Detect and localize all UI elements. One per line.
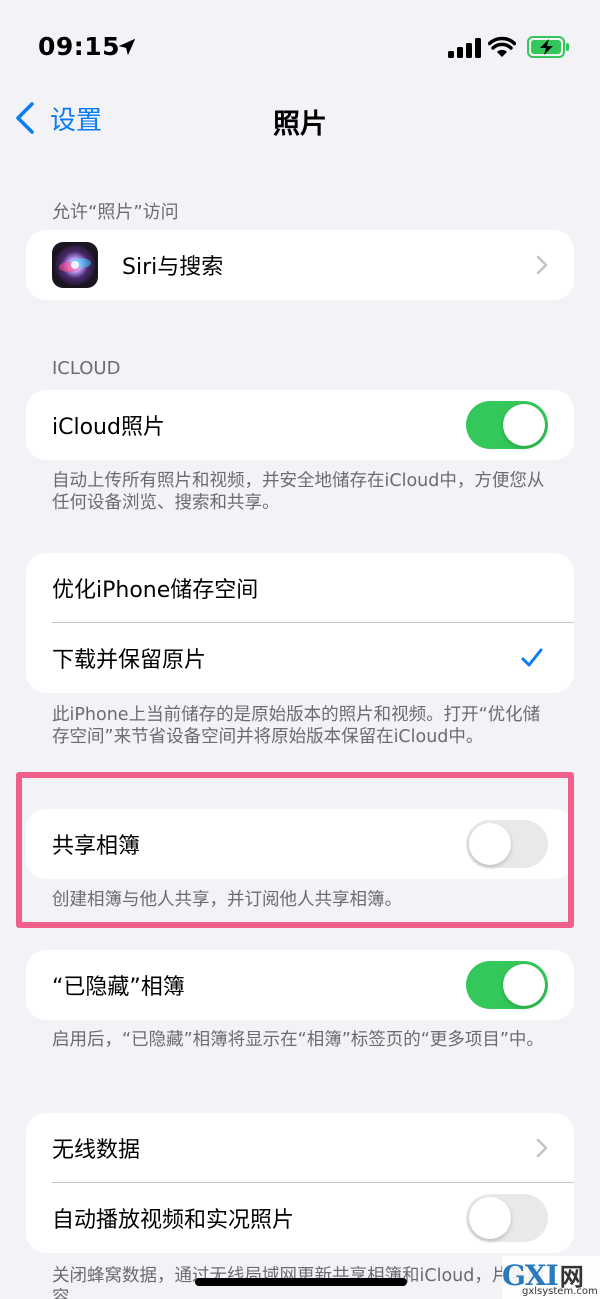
- download-originals-label: 下载并保留原片: [52, 648, 207, 673]
- row-download-originals[interactable]: 下载并保留原片: [26, 623, 574, 693]
- chevron-right-icon: [536, 255, 548, 275]
- row-icloud-photos: iCloud照片: [26, 390, 574, 460]
- optimize-storage-label: 优化iPhone储存空间: [52, 578, 259, 603]
- watermark: GXI网 gxlsystem.com: [502, 1256, 600, 1299]
- siri-app-icon: [52, 242, 98, 288]
- row-optimize-storage[interactable]: 优化iPhone储存空间: [26, 553, 574, 623]
- page-title: 照片: [273, 109, 327, 140]
- section-header-access: 允许“照片”访问: [52, 202, 179, 223]
- battery-charging-icon: [527, 36, 569, 58]
- status-time: 09:15: [38, 32, 121, 61]
- icloud-photos-toggle[interactable]: [466, 401, 548, 449]
- highlight-box: [16, 772, 574, 928]
- checkmark-icon: [521, 648, 543, 667]
- toggle-knob: [469, 1197, 511, 1239]
- siri-search-label: Siri与搜索: [122, 255, 224, 280]
- autoplay-label: 自动播放视频和实况照片: [52, 1208, 295, 1233]
- cellular-signal-icon: [448, 38, 481, 58]
- group-access: Siri与搜索: [26, 230, 574, 300]
- home-indicator: [195, 1278, 407, 1286]
- section-header-icloud: ICLOUD: [52, 358, 121, 379]
- wifi-icon: [488, 36, 516, 57]
- group-icloud: iCloud照片: [26, 390, 574, 460]
- group-hidden-album: “已隐藏”相簿: [26, 950, 574, 1020]
- toggle-knob: [503, 964, 545, 1006]
- location-arrow-icon: [118, 38, 136, 56]
- storage-footer: 此iPhone上当前储存的是原始版本的照片和视频。打开“优化储存空间”来节省设备…: [52, 705, 541, 747]
- group-data: 无线数据 自动播放视频和实况照片: [26, 1113, 574, 1253]
- hidden-album-toggle[interactable]: [466, 961, 548, 1009]
- watermark-domain: gxlsystem.com: [522, 1286, 598, 1297]
- row-wireless-data[interactable]: 无线数据: [26, 1113, 574, 1183]
- row-siri-search[interactable]: Siri与搜索: [26, 230, 574, 300]
- row-hidden-album: “已隐藏”相簿: [26, 950, 574, 1020]
- hidden-album-footer: 启用后，“已隐藏”相簿将显示在“相簿”标签页的“更多项目”中。: [52, 1030, 544, 1050]
- hidden-album-label: “已隐藏”相簿: [52, 975, 185, 1000]
- wireless-data-label: 无线数据: [52, 1138, 141, 1163]
- chevron-right-icon: [536, 1138, 548, 1158]
- icloud-photos-label: iCloud照片: [52, 415, 165, 440]
- toggle-knob: [503, 404, 545, 446]
- group-storage: 优化iPhone储存空间 下载并保留原片: [26, 553, 574, 693]
- status-bar: 09:15: [0, 0, 600, 90]
- row-autoplay: 自动播放视频和实况照片: [26, 1183, 574, 1253]
- autoplay-toggle[interactable]: [466, 1194, 548, 1242]
- icloud-footer: 自动上传所有照片和视频，并安全地储存在iCloud中，方便您从任何设备浏览、搜索…: [52, 471, 545, 513]
- navigation-bar: 设置 照片: [0, 90, 600, 144]
